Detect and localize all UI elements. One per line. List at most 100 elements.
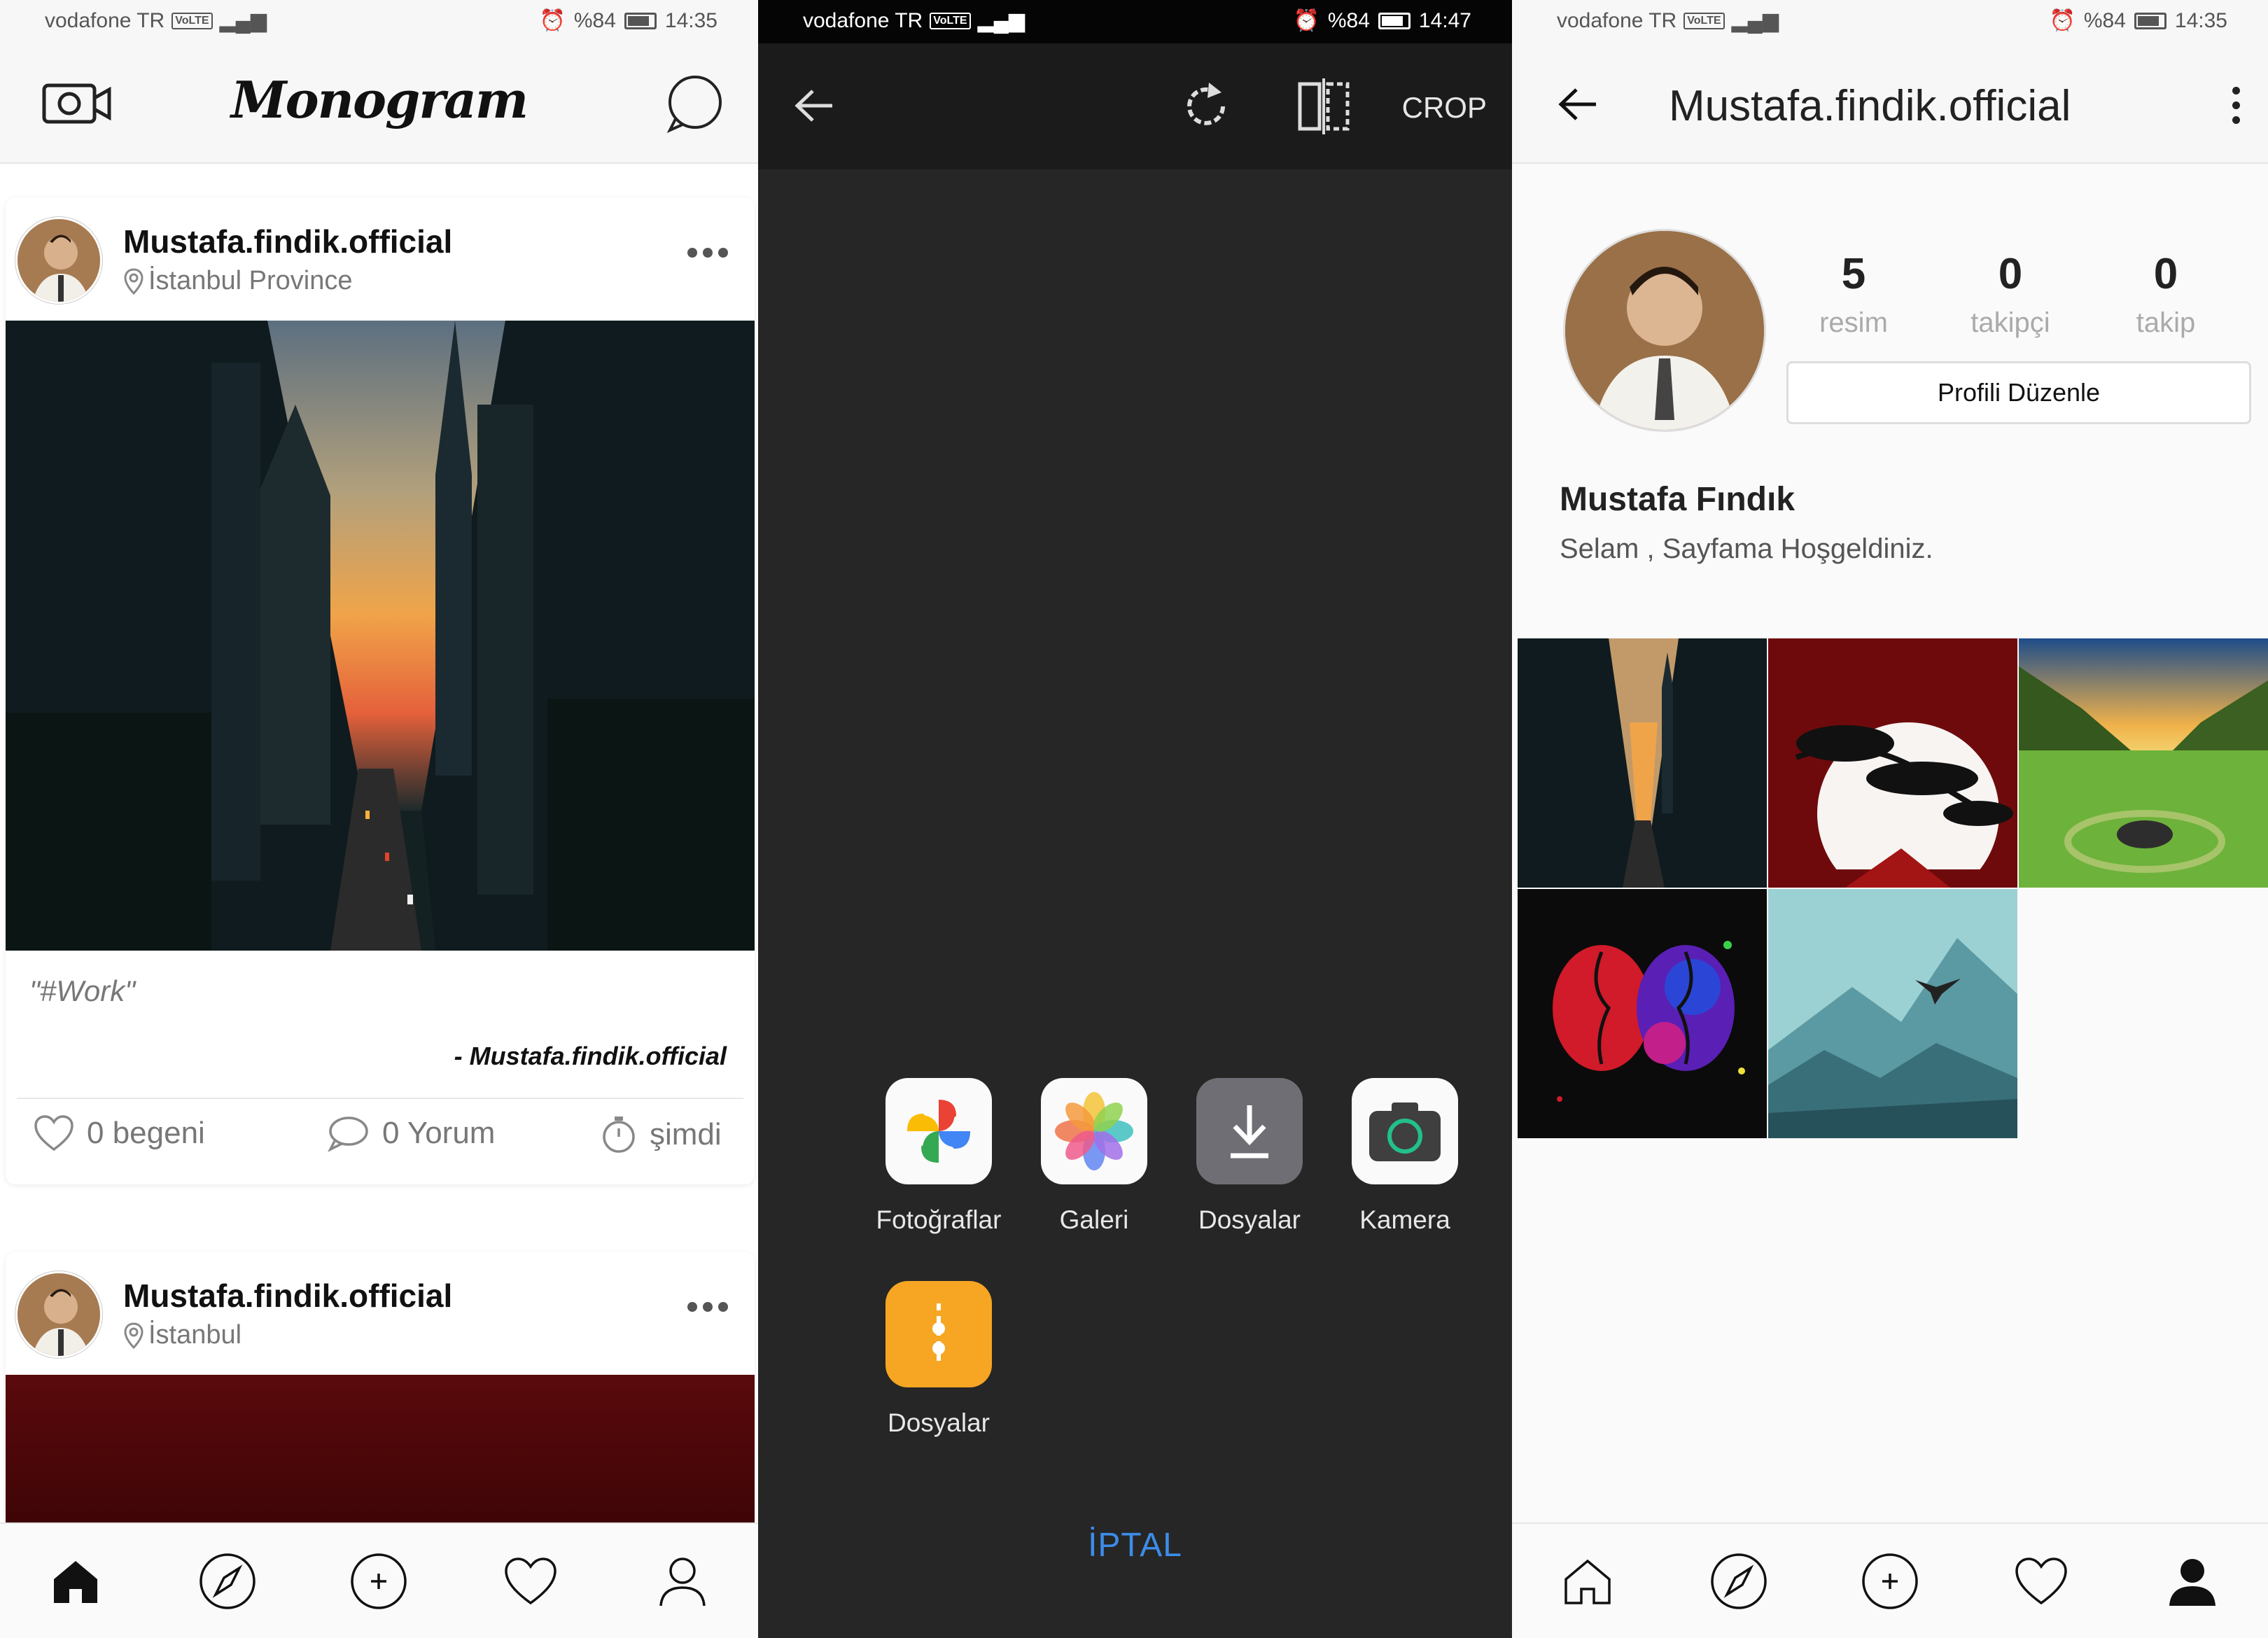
back-arrow-icon[interactable] <box>793 88 835 123</box>
alarm-icon: ⏰ <box>539 9 566 32</box>
stat-count: 0 <box>1998 250 2023 298</box>
post-author[interactable]: - Mustafa.findik.official <box>454 1042 727 1071</box>
app-option-downloads[interactable]: Dosyalar <box>1172 1078 1326 1235</box>
volte-badge: VoLTE <box>172 12 213 29</box>
comments-count: 0 Yorum <box>382 1116 496 1150</box>
app-label: Galeri <box>1059 1205 1129 1234</box>
stat-followers[interactable]: 0 takipçi <box>1947 249 2073 339</box>
grid-photo[interactable] <box>1768 889 2017 1138</box>
crop-button[interactable]: CROP <box>1402 91 1487 125</box>
clock: 14:35 <box>2174 8 2227 32</box>
app-label: Dosyalar <box>1198 1205 1301 1234</box>
timer-icon <box>603 1116 635 1153</box>
nav-add[interactable] <box>1858 1550 1921 1613</box>
stat-label: takip <box>2136 307 2196 338</box>
carrier-name: vodafone TR <box>803 8 923 32</box>
more-options-icon[interactable] <box>687 248 728 258</box>
files-folder-icon <box>886 1281 992 1387</box>
flip-icon[interactable] <box>1297 78 1350 134</box>
alarm-icon: ⏰ <box>2049 9 2076 32</box>
post-location[interactable]: İstanbul Province <box>148 266 353 296</box>
add-icon <box>351 1553 407 1609</box>
status-bar: vodafone TR VoLTE ▂▄▆ ⏰ %84 14:35 <box>0 0 758 43</box>
battery-icon <box>2134 12 2166 29</box>
profile-full-name: Mustafa Fındık <box>1560 481 1795 518</box>
avatar[interactable] <box>15 217 102 304</box>
app-option-camera[interactable]: Kamera <box>1328 1078 1482 1235</box>
app-option-gallery[interactable]: Galeri <box>1017 1078 1171 1235</box>
status-bar: vodafone TR VoLTE ▂▄▆ ⏰ %84 14:47 <box>758 0 1512 43</box>
signal-icon: ▂▄▆ <box>219 9 267 32</box>
battery-icon <box>1378 12 1410 29</box>
edit-profile-button[interactable]: Profili Düzenle <box>1786 361 2251 424</box>
clock: 14:47 <box>1418 8 1471 32</box>
signal-icon: ▂▄▆ <box>1731 9 1779 32</box>
nav-activity[interactable] <box>499 1550 562 1613</box>
post-image[interactable] <box>6 1375 755 1546</box>
nav-profile[interactable] <box>651 1550 714 1613</box>
cancel-button[interactable]: İPTAL <box>758 1526 1512 1564</box>
avatar[interactable] <box>15 1271 102 1358</box>
app-label: Dosyalar <box>888 1408 990 1437</box>
volte-badge: VoLTE <box>1684 12 1725 29</box>
likes-count: 0 begeni <box>87 1116 205 1150</box>
like-button[interactable]: 0 begeni <box>34 1114 205 1152</box>
nav-explore[interactable] <box>1707 1550 1770 1613</box>
post-location[interactable]: İstanbul <box>148 1320 241 1350</box>
rotate-icon[interactable] <box>1180 80 1233 133</box>
nav-explore[interactable] <box>196 1550 259 1613</box>
nav-add[interactable] <box>347 1550 410 1613</box>
battery-percent: %84 <box>2083 8 2126 32</box>
stat-count: 0 <box>2153 250 2178 298</box>
app-option-files[interactable]: Dosyalar <box>862 1281 1016 1438</box>
grid-photo[interactable] <box>2019 638 2268 888</box>
comment-icon <box>328 1116 368 1152</box>
image-picker-screen: vodafone TR VoLTE ▂▄▆ ⏰ %84 14:47 CROP F… <box>758 0 1512 1638</box>
grid-photo[interactable] <box>1768 638 2017 888</box>
camera-icon <box>1352 1078 1458 1184</box>
app-logo: Monogram <box>230 70 528 130</box>
grid-photo[interactable] <box>1518 638 1767 888</box>
more-options-icon[interactable] <box>2232 87 2240 124</box>
home-icon <box>1564 1559 1611 1604</box>
grid-photo[interactable] <box>1518 889 1767 1138</box>
profile-avatar[interactable] <box>1565 231 1764 430</box>
signal-icon: ▂▄▆ <box>977 9 1025 32</box>
post-username[interactable]: Mustafa.findik.official <box>123 223 452 260</box>
nav-activity[interactable] <box>2010 1550 2073 1613</box>
nav-profile[interactable] <box>2161 1550 2224 1613</box>
profile-bio: Selam , Sayfama Hoşgeldiniz. <box>1560 533 1933 564</box>
back-arrow-icon[interactable] <box>1557 87 1599 122</box>
post-caption: "#Work" <box>29 974 136 1007</box>
compass-icon <box>1711 1553 1767 1609</box>
app-option-photos[interactable]: Fotoğraflar <box>862 1078 1016 1235</box>
google-photos-icon <box>886 1078 992 1184</box>
add-icon <box>1862 1553 1918 1609</box>
user-icon <box>659 1557 706 1606</box>
post-username[interactable]: Mustafa.findik.official <box>123 1277 452 1315</box>
home-icon <box>54 1560 98 1603</box>
alarm-icon: ⏰ <box>1293 9 1320 32</box>
battery-percent: %84 <box>1327 8 1370 32</box>
heart-icon <box>505 1557 556 1604</box>
stat-count: 5 <box>1841 250 1866 298</box>
stat-label: resim <box>1819 307 1888 338</box>
nav-home[interactable] <box>1556 1550 1619 1613</box>
feed-screen: vodafone TR VoLTE ▂▄▆ ⏰ %84 14:35 Monogr… <box>0 0 758 1638</box>
comment-button[interactable]: 0 Yorum <box>328 1114 495 1152</box>
crop-toolbar: CROP <box>758 43 1512 169</box>
profile-screen: vodafone TR VoLTE ▂▄▆ ⏰ %84 14:35 Mustaf… <box>1512 0 2268 1638</box>
nav-home[interactable] <box>44 1550 107 1613</box>
post-image[interactable] <box>6 321 755 951</box>
user-icon <box>2169 1558 2216 1606</box>
stat-posts[interactable]: 5 resim <box>1791 249 1917 339</box>
post-card: Mustafa.findik.official İstanbul <box>6 1252 755 1546</box>
location-pin-icon <box>124 267 144 295</box>
more-options-icon[interactable] <box>687 1302 728 1312</box>
messages-icon[interactable] <box>666 74 724 133</box>
carrier-name: vodafone TR <box>1557 8 1677 32</box>
volte-badge: VoLTE <box>930 12 971 29</box>
stat-following[interactable]: 0 takip <box>2103 249 2229 339</box>
profile-header: Mustafa.findik.official <box>1512 43 2268 164</box>
divider <box>17 1098 743 1099</box>
